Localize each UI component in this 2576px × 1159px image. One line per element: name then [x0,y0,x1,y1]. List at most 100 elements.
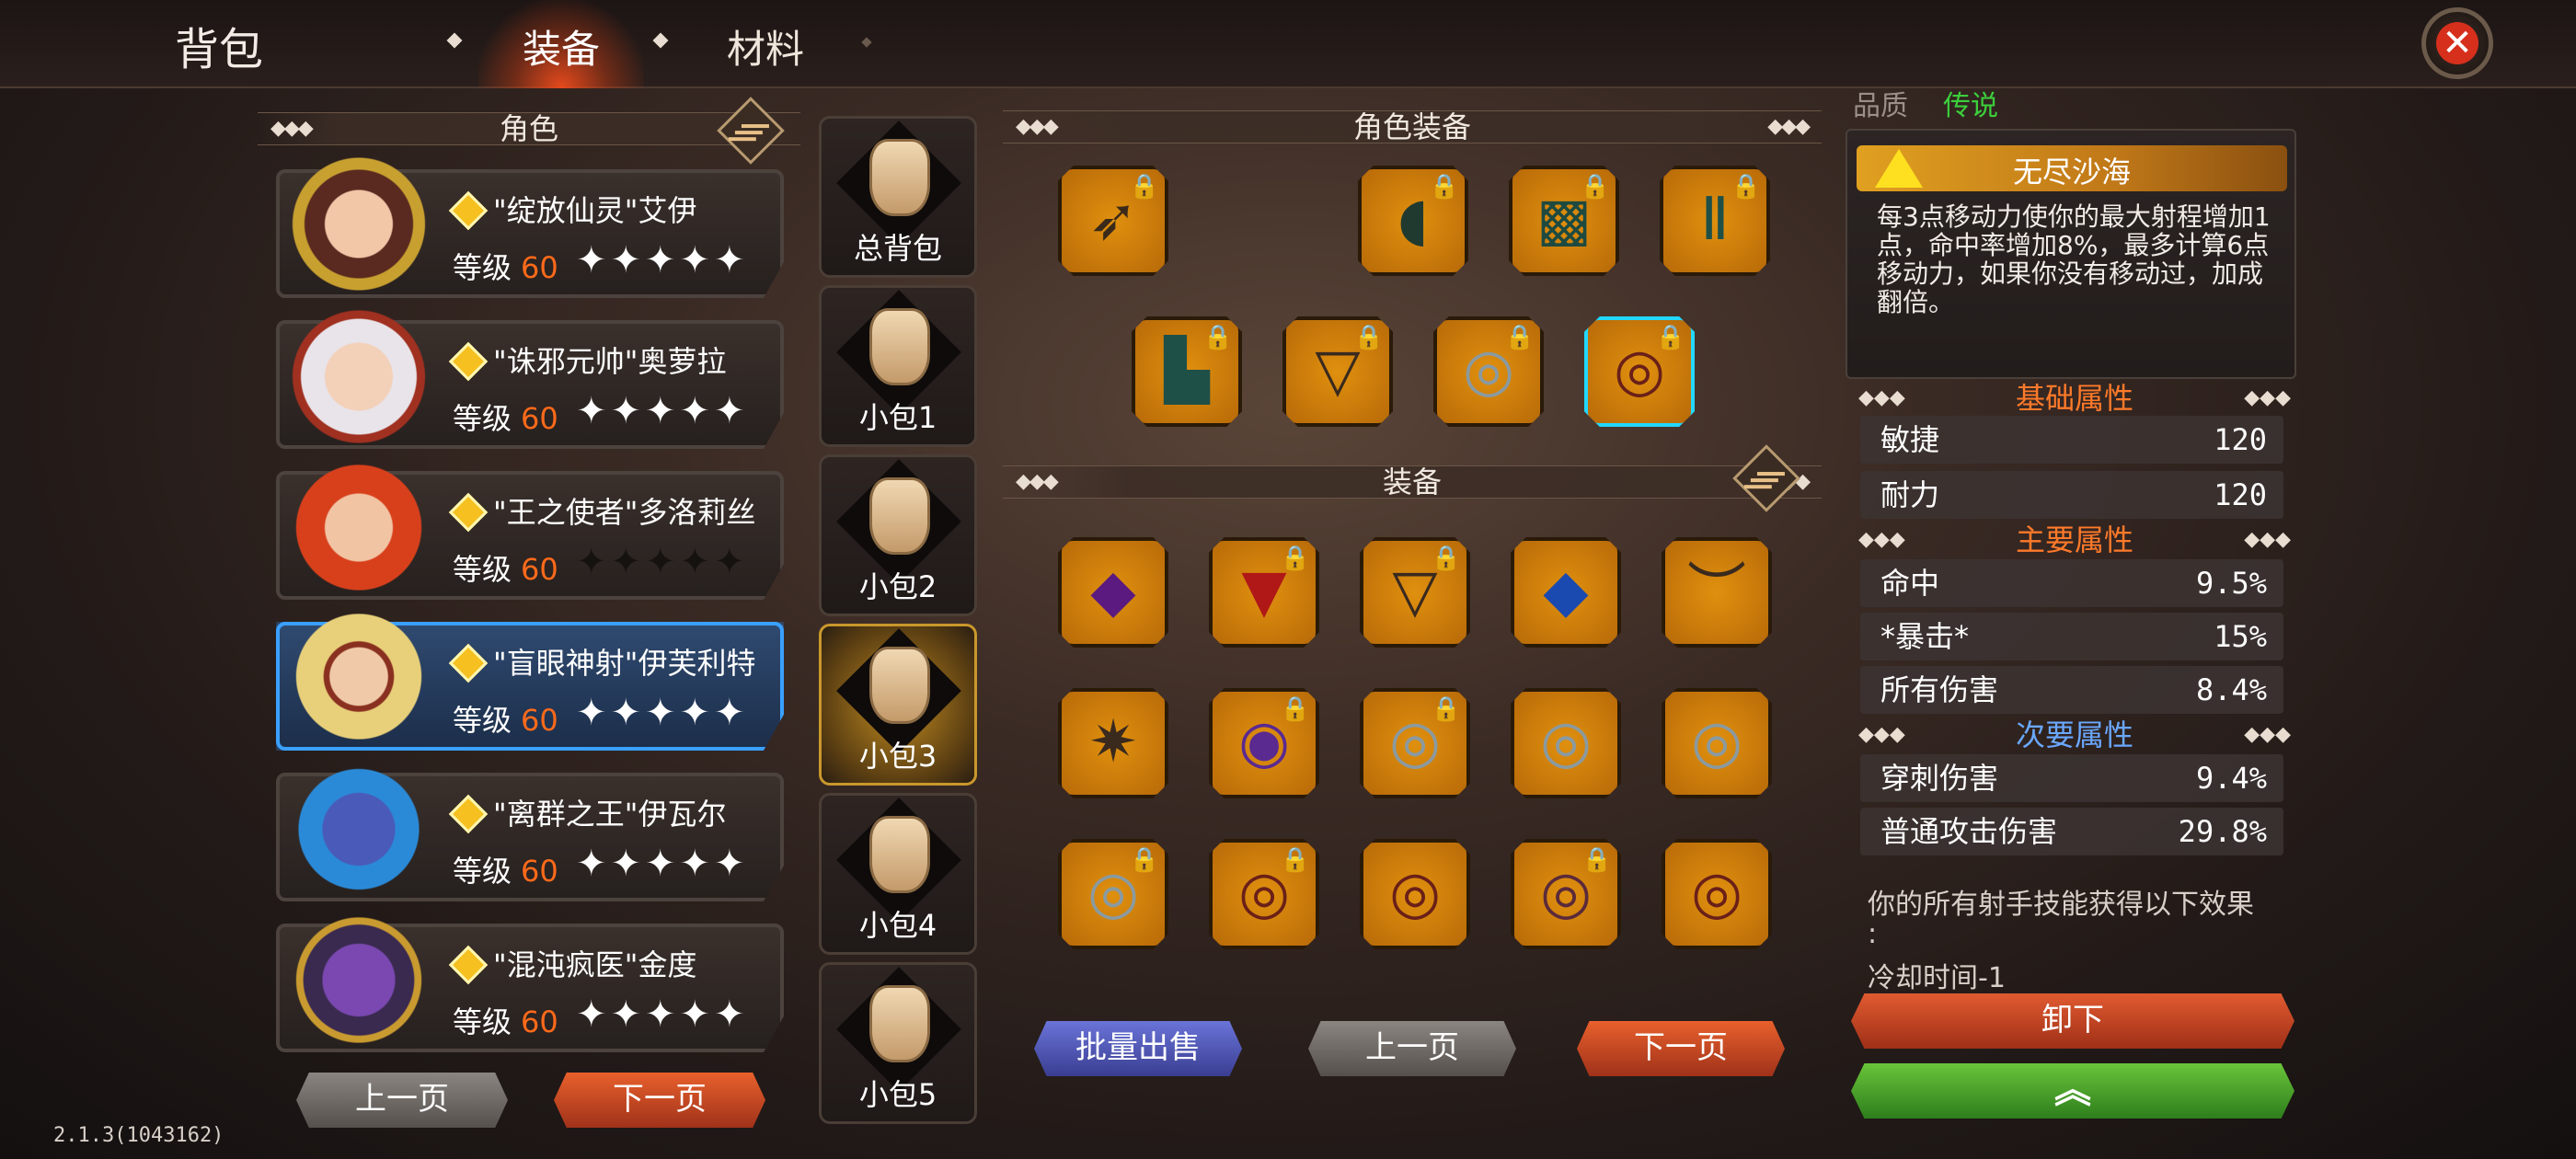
hero-level: 等级 60 [453,1004,558,1039]
item-slot[interactable]: ◎ [1662,688,1772,798]
roles-prev-button[interactable]: 上一页 [296,1073,508,1128]
hero-portrait [276,743,442,900]
tab-materials[interactable]: 材料 [727,18,804,75]
bulk-sell-button[interactable]: 批量出售 [1034,1021,1242,1076]
inventory-title: 装备 [1382,465,1442,499]
hero-name: "诛邪元帅"奥萝拉 [493,344,727,379]
rarity-gem-icon [448,492,489,533]
item-slot[interactable]: ◆ [1511,537,1621,648]
equip-slot-helmet[interactable]: ◖ 🔒 [1358,166,1468,276]
inventory-header: ◆◆◆装备◆◆◆ [1003,465,1822,499]
hero-name: "王之使者"多洛莉丝 [493,495,756,530]
close-icon: ✕ [2436,22,2478,64]
lock-icon: 🔒 [1431,695,1461,723]
item-slot[interactable]: ︶ [1662,537,1772,648]
bag-3[interactable]: 小包3 [819,624,977,786]
quality-row: 品质 传说 [1853,90,1998,122]
effect-text: 冷却时间-1 [1868,962,2006,994]
stat-row: 所有伤害 8.4% [1860,666,2283,714]
item-slot[interactable]: ▽ 🔒 [1360,537,1470,648]
item-slot[interactable]: ▼ 🔒 [1209,537,1319,648]
item-description: 每3点移动力使你的最大射程增加1点，命中率增加8%，最多计算6点移动力，如果你没… [1877,201,2271,317]
item-slot[interactable]: ◉ 🔒 [1209,688,1319,798]
lock-icon: 🔒 [1280,545,1310,572]
lock-icon: 🔒 [1504,324,1535,351]
sort-icon[interactable] [717,97,785,165]
equip-slot-armor[interactable]: ▩ 🔒 [1509,166,1619,276]
hero-name: "绽放仙灵"艾伊 [493,193,697,228]
stat-row: 耐力 120 [1860,471,2283,519]
stat-row: 敏捷 120 [1860,416,2283,464]
tab-equipment[interactable]: 装备 [497,18,626,75]
equip-slot-boots[interactable]: ▙ 🔒 [1132,316,1242,427]
stat-row: *暴击* 15% [1860,613,2283,660]
bag-4[interactable]: 小包4 [819,793,977,955]
hero-portrait [276,442,442,598]
hero-level: 等级 60 [453,401,558,436]
item-slot[interactable]: ✷ [1058,688,1168,798]
hero-name: "离群之王"伊瓦尔 [493,797,727,832]
hero-level: 等级 60 [453,703,558,738]
item-slot[interactable]: ◎ 🔒 [1511,839,1621,949]
equip-slot-necklace[interactable]: ▽ 🔒 [1282,316,1393,427]
upgrade-button[interactable]: ︽ [1851,1063,2294,1119]
header-dots-icon: ◆◆◆ [270,117,314,140]
bag-1[interactable]: 小包1 [819,285,977,447]
bag-icon [869,647,930,724]
equip-slot-legs[interactable]: Ⅱ 🔒 [1660,166,1770,276]
version-label: 2.1.3(1043162) [53,1124,224,1147]
item-slot[interactable]: ◎ 🔒 [1209,839,1319,949]
equip-slot-ring[interactable]: ◎ 🔒 [1433,316,1544,427]
lock-icon: 🔒 [1731,173,1761,201]
bag-icon [869,477,930,555]
roles-next-button[interactable]: 下一页 [554,1073,765,1128]
inventory-prev-button[interactable]: 上一页 [1308,1021,1516,1076]
hero-stars: ✦✦✦✦✦ [576,239,749,281]
lock-icon: 🔒 [1129,846,1159,874]
lock-icon: 🔒 [1280,695,1310,723]
sort-icon[interactable] [1732,444,1800,512]
rarity-gem-icon [448,190,489,231]
bag-icon [869,139,930,216]
hero-stars: ✦✦✦✦✦ [576,541,749,583]
hero-portrait [276,291,442,447]
lock-icon: 🔒 [1655,324,1685,351]
chevron-up-icon: ︽ [2054,1069,2091,1111]
close-button[interactable]: ✕ [2421,7,2493,79]
unequip-button[interactable]: 卸下 [1851,993,2294,1049]
item-name: 无尽沙海 [2012,155,2131,189]
item-slot[interactable]: ◎ [1511,688,1621,798]
item-slot[interactable]: ◎ [1662,839,1772,949]
hero-stars: ✦✦✦✦✦ [576,843,749,885]
bag-all[interactable]: 总背包 [819,116,977,278]
inventory-next-button[interactable]: 下一页 [1577,1021,1785,1076]
effect-text: : [1868,918,1878,950]
equipped-header: ◆◆◆ 角色装备 ◆◆◆ [1003,110,1822,143]
lock-icon: 🔒 [1431,545,1461,572]
bag-2[interactable]: 小包2 [819,454,977,616]
item-slot[interactable]: ◎ [1360,839,1470,949]
bag-5[interactable]: 小包5 [819,962,977,1124]
hero-level: 等级 60 [453,250,558,285]
lock-icon: 🔒 [1581,846,1612,874]
equip-slot-ring-selected[interactable]: ◎ 🔒 [1584,316,1695,427]
page-title: 背包 [175,24,264,75]
hero-name: "混沌疯医"金度 [493,947,697,982]
item-slot[interactable]: ◎ 🔒 [1360,688,1470,798]
item-slot[interactable]: ◎ 🔒 [1058,839,1168,949]
effect-text: 你的所有射手技能获得以下效果 [1868,889,2254,921]
main-attr-header: ◆◆◆ 主要属性 ◆◆◆ [1858,522,2291,557]
equip-slot-bow[interactable]: ➶ 🔒 [1058,166,1168,276]
hero-portrait [276,894,442,1050]
equipped-title: 角色装备 [1352,109,1471,144]
hero-portrait [276,591,442,747]
hero-level: 等级 60 [453,552,558,587]
stat-row: 普通攻击伤害 29.8% [1860,808,2283,855]
stat-row: 穿刺伤害 9.4% [1860,754,2283,802]
item-name-banner: 无尽沙海 [1857,145,2287,191]
rarity-gem-icon [448,341,489,382]
lock-icon: 🔒 [1429,173,1459,201]
item-slot[interactable]: ◆ [1058,537,1168,648]
hero-stars: ✦✦✦✦✦ [576,390,749,432]
secondary-attr-header: ◆◆◆ 次要属性 ◆◆◆ [1858,717,2291,752]
